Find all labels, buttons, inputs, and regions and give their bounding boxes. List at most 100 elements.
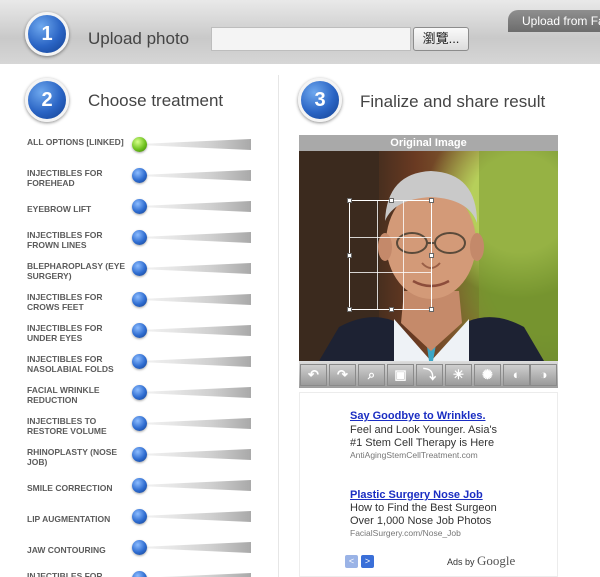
- brightness-up-icon[interactable]: ✺: [474, 364, 501, 386]
- crop-handle-br[interactable]: [429, 307, 434, 312]
- treatment-label: FACIAL WRINKLE REDUCTION: [27, 385, 100, 405]
- contrast-minus-icon[interactable]: ◑: [530, 364, 557, 386]
- treatment-slider-knob[interactable]: [132, 447, 147, 462]
- crop-handle-right[interactable]: [429, 253, 434, 258]
- ad-2-line-1: How to Find the Best Surgeon: [350, 502, 497, 514]
- browse-button[interactable]: 瀏覽...: [413, 27, 469, 51]
- treatment-row: INJECTIBLES TO RESTORE VOLUME: [27, 416, 252, 444]
- ad-2-title[interactable]: Plastic Surgery Nose Job: [350, 489, 483, 501]
- treatment-slider-knob[interactable]: [132, 478, 147, 493]
- treatment-row: INJECTIBLES FOR CROWS FEET: [27, 292, 252, 320]
- crop-handle-tl[interactable]: [347, 198, 352, 203]
- treatment-slider-knob[interactable]: [132, 354, 147, 369]
- column-divider: [278, 75, 279, 577]
- redo-icon[interactable]: ↷: [329, 364, 356, 386]
- treatment-row: RHINOPLASTY (NOSE JOB): [27, 447, 252, 475]
- treatment-label: INJECTIBLES TO RESTORE VOLUME: [27, 416, 107, 436]
- treatment-slider-knob[interactable]: [132, 199, 147, 214]
- crop-handle-bottom[interactable]: [389, 307, 394, 312]
- treatment-label: INJECTIBLES FOR CROWS FEET: [27, 292, 103, 312]
- crop-grid-line: [376, 201, 378, 309]
- image-editor: Original Image ↶ ↷ ⌕ ▣ ⤵ ☀ ✺ ◐ ◑: [299, 135, 558, 388]
- ads-prev-button[interactable]: <: [345, 555, 358, 568]
- face-crop-box[interactable]: [347, 198, 434, 312]
- treatment-row: INJECTIBLES FOR NASOLABIAL FOLDS: [27, 354, 252, 382]
- upload-photo-title: Upload photo: [88, 29, 190, 48]
- treatment-label: JAW CONTOURING: [27, 545, 106, 555]
- finalize-title: Finalize and share result: [360, 92, 546, 111]
- treatment-label: BLEPHAROPLASY (EYE SURGERY): [27, 261, 126, 281]
- ad-panel: Say Goodbye to Wrinkles. Feel and Look Y…: [299, 392, 558, 577]
- step-1-badge: 1: [25, 12, 69, 56]
- crop-handle-left[interactable]: [347, 253, 352, 258]
- crop-grid-line: [350, 236, 431, 238]
- treatment-slider-track[interactable]: [139, 325, 251, 336]
- treatment-slider-knob[interactable]: [132, 540, 147, 555]
- treatment-label: INJECTIBLES FOR UNDER THE LIPS: [27, 571, 103, 577]
- facebook-upload-tab[interactable]: Upload from Facebook: [508, 10, 600, 32]
- crop-handle-bl[interactable]: [347, 307, 352, 312]
- image-header: Original Image: [299, 135, 558, 151]
- zoom-icon[interactable]: ⌕: [358, 364, 385, 386]
- treatment-row: INJECTIBLES FOR UNDER EYES: [27, 323, 252, 351]
- treatment-slider-knob[interactable]: [132, 416, 147, 431]
- treatment-label: INJECTIBLES FOR FROWN LINES: [27, 230, 103, 250]
- treatment-label: ALL OPTIONS [LINKED]: [27, 137, 124, 147]
- treatment-slider-track[interactable]: [139, 170, 251, 181]
- step-3-badge: 3: [298, 78, 342, 122]
- treatment-row: LIP AUGMENTATION: [27, 509, 252, 537]
- treatment-slider-track[interactable]: [139, 201, 251, 212]
- treatment-slider-knob[interactable]: [132, 137, 147, 152]
- treatment-slider-track[interactable]: [139, 139, 251, 150]
- treatment-slider-track[interactable]: [139, 263, 251, 274]
- page-root: Upload from Facebook 1 Upload photo 瀏覽..…: [0, 0, 600, 577]
- file-path-input[interactable]: [211, 27, 411, 51]
- treatment-row: INJECTIBLES FOR UNDER THE LIPS: [27, 571, 252, 577]
- treatment-slider-track[interactable]: [139, 542, 251, 553]
- treatment-slider-track[interactable]: [139, 294, 251, 305]
- crop-handle-tr[interactable]: [429, 198, 434, 203]
- ads-by-google[interactable]: Ads by Google: [447, 553, 515, 569]
- treatment-slider-knob[interactable]: [132, 385, 147, 400]
- undo-icon[interactable]: ↶: [300, 364, 327, 386]
- treatment-slider-track[interactable]: [139, 356, 251, 367]
- treatment-slider-knob[interactable]: [132, 261, 147, 276]
- treatment-slider-track[interactable]: [139, 480, 251, 491]
- ad-1-url[interactable]: AntiAgingStemCellTreatment.com: [350, 450, 478, 460]
- treatment-slider-knob[interactable]: [132, 571, 147, 577]
- treatment-slider-track[interactable]: [139, 232, 251, 243]
- treatment-slider-track[interactable]: [139, 418, 251, 429]
- treatment-slider-track[interactable]: [139, 511, 251, 522]
- step-2-badge: 2: [25, 78, 69, 122]
- rotate-icon[interactable]: ⤵: [416, 364, 443, 386]
- treatment-slider-knob[interactable]: [132, 230, 147, 245]
- treatment-row: EYEBROW LIFT: [27, 199, 252, 227]
- portrait-photo: [299, 151, 558, 361]
- treatment-slider-track[interactable]: [139, 449, 251, 460]
- ad-2-url[interactable]: FacialSurgery.com/Nose_Job: [350, 528, 461, 538]
- treatment-slider-knob[interactable]: [132, 323, 147, 338]
- google-logo: Google: [477, 553, 516, 568]
- treatment-slider-knob[interactable]: [132, 168, 147, 183]
- contrast-plus-icon[interactable]: ◐: [503, 364, 530, 386]
- treatment-slider-knob[interactable]: [132, 292, 147, 307]
- brightness-down-icon[interactable]: ☀: [445, 364, 472, 386]
- ads-next-button[interactable]: >: [361, 555, 374, 568]
- ad-1-title[interactable]: Say Goodbye to Wrinkles.: [350, 410, 486, 422]
- ad-2-line-2: Over 1,000 Nose Job Photos: [350, 515, 492, 527]
- crop-icon[interactable]: ▣: [387, 364, 414, 386]
- treatment-row: SMILE CORRECTION: [27, 478, 252, 506]
- choose-treatment-title: Choose treatment: [88, 91, 224, 110]
- treatment-label: INJECTIBLES FOR FOREHEAD: [27, 168, 103, 188]
- treatment-row: ALL OPTIONS [LINKED]: [27, 137, 252, 165]
- ad-1-line-1: Feel and Look Younger. Asia's: [350, 424, 498, 436]
- treatment-row: INJECTIBLES FOR FOREHEAD: [27, 168, 252, 196]
- crop-handle-top[interactable]: [389, 198, 394, 203]
- ad-1-line-2: #1 Stem Cell Therapy is Here: [350, 437, 495, 449]
- treatment-label: INJECTIBLES FOR UNDER EYES: [27, 323, 103, 343]
- treatment-label: RHINOPLASTY (NOSE JOB): [27, 447, 118, 467]
- treatment-slider-track[interactable]: [139, 387, 251, 398]
- treatment-slider-track[interactable]: [139, 573, 251, 577]
- crop-grid-line: [403, 201, 405, 309]
- treatment-slider-knob[interactable]: [132, 509, 147, 524]
